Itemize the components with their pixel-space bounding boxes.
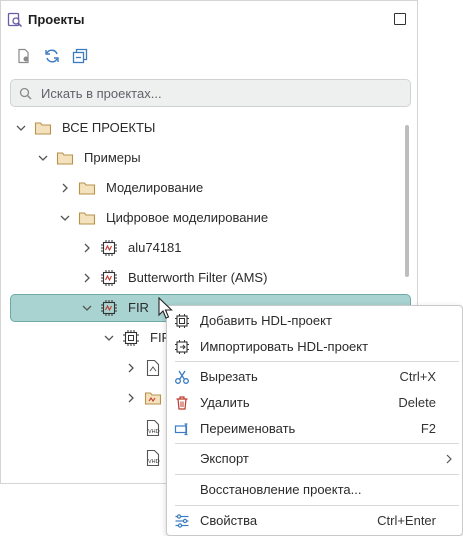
chevron-right-icon[interactable] [81, 242, 93, 254]
chip-project-icon [100, 269, 118, 287]
menu-separator [175, 443, 459, 444]
chevron-right-icon [444, 453, 454, 465]
tree-item-butterworth[interactable]: Butterworth Filter (AMS) [1, 263, 417, 293]
folder-wave-icon [144, 389, 162, 407]
chevron-right-icon[interactable] [125, 362, 137, 374]
chevron-down-icon[interactable] [103, 332, 115, 344]
search-input[interactable] [41, 83, 401, 103]
menu-item-label: Свойства [200, 513, 258, 528]
chip-project-icon [100, 299, 118, 317]
vhd-file-icon: VHD [144, 449, 162, 467]
folder-icon [56, 149, 74, 167]
tree-item-label: Цифровое моделирование [106, 210, 269, 225]
menu-item-label: Переименовать [200, 421, 296, 436]
menu-item-label: Вырезать [200, 369, 258, 384]
menu-item-cut[interactable]: Вырезать Ctrl+X [167, 365, 462, 389]
chevron-down-icon[interactable] [37, 152, 49, 164]
chevron-right-icon[interactable] [81, 272, 93, 284]
menu-item-add-hdl-project[interactable]: Добавить HDL-проект [167, 309, 462, 333]
tree-scrollbar[interactable] [405, 125, 409, 277]
tree-item-label: Butterworth Filter (AMS) [128, 270, 268, 285]
chip-project-icon [100, 239, 118, 257]
menu-item-label: Восстановление проекта... [200, 482, 362, 497]
menu-separator [175, 505, 459, 506]
refresh-icon[interactable] [43, 47, 61, 65]
rename-icon [174, 421, 190, 437]
tree-item-digital-modeling[interactable]: Цифровое моделирование [1, 203, 417, 233]
menu-item-label: Импортировать HDL-проект [200, 339, 369, 354]
svg-text:VHD: VHD [148, 459, 160, 465]
chip-icon [122, 329, 140, 347]
menu-item-label: Удалить [200, 395, 250, 410]
chevron-down-icon[interactable] [15, 122, 27, 134]
chevron-down-icon[interactable] [81, 302, 93, 314]
scissors-icon [174, 369, 190, 385]
menu-item-restore-project[interactable]: Восстановление проекта... [167, 478, 462, 502]
trash-icon [174, 395, 190, 411]
menu-item-shortcut: F2 [420, 421, 436, 436]
menu-item-rename[interactable]: Переименовать F2 [167, 417, 462, 441]
chevron-right-icon[interactable] [125, 392, 137, 404]
menu-item-shortcut: Delete [398, 395, 436, 410]
tree-item-label: ВСЕ ПРОЕКТЫ [62, 120, 156, 135]
menu-item-properties[interactable]: Свойства Ctrl+Enter [167, 509, 462, 533]
svg-text:VHD: VHD [148, 429, 160, 435]
search-icon [19, 87, 32, 100]
panel-toolbar [15, 47, 89, 67]
new-project-icon[interactable] [15, 47, 33, 65]
folder-icon [78, 209, 96, 227]
properties-icon [174, 513, 190, 529]
menu-item-export[interactable]: Экспорт [167, 447, 462, 471]
projects-search-icon [7, 12, 23, 28]
folder-icon [34, 119, 52, 137]
menu-separator [175, 474, 459, 475]
menu-item-shortcut: Ctrl+Enter [377, 513, 436, 528]
menu-separator [175, 361, 459, 362]
tree-item-label: Примеры [84, 150, 141, 165]
chip-import-icon [174, 339, 190, 355]
context-menu: Добавить HDL-проект Импортировать HDL-пр… [166, 305, 463, 536]
menu-item-label: Экспорт [200, 451, 249, 466]
vhd-file-icon: VHD [144, 419, 162, 437]
tree-item-label: FIR [128, 300, 149, 315]
menu-item-label: Добавить HDL-проект [200, 313, 332, 328]
maximize-button[interactable] [394, 13, 406, 25]
chevron-right-icon[interactable] [59, 182, 71, 194]
chevron-down-icon[interactable] [59, 212, 71, 224]
tree-item-examples[interactable]: Примеры [1, 143, 417, 173]
panel-title: Проекты [28, 12, 85, 27]
tree-item-label: Моделирование [106, 180, 204, 195]
document-icon [144, 359, 162, 377]
tree-item-alu74181[interactable]: alu74181 [1, 233, 417, 263]
menu-item-delete[interactable]: Удалить Delete [167, 391, 462, 415]
tree-item-modeling[interactable]: Моделирование [1, 173, 417, 203]
chip-add-icon [174, 313, 190, 329]
search-box [10, 79, 411, 107]
tree-item-label: alu74181 [128, 240, 182, 255]
folder-icon [78, 179, 96, 197]
collapse-all-icon[interactable] [71, 47, 89, 65]
tree-item-all-projects[interactable]: ВСЕ ПРОЕКТЫ [1, 113, 417, 143]
menu-item-shortcut: Ctrl+X [399, 369, 436, 384]
panel-titlebar: Проекты [1, 1, 417, 37]
mouse-cursor-icon [158, 296, 174, 321]
menu-item-import-hdl-project[interactable]: Импортировать HDL-проект [167, 335, 462, 359]
